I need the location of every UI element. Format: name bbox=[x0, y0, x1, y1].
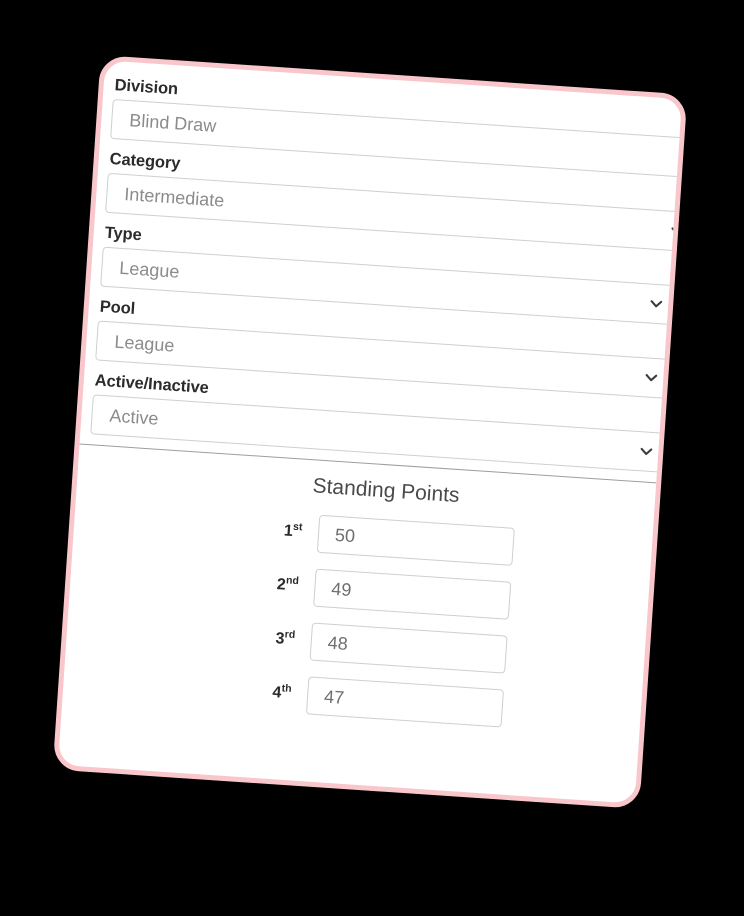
card-surface: Division Blind Draw Category Intermediat… bbox=[52, 55, 688, 809]
ordinal-label-4th: 4th bbox=[63, 670, 308, 704]
select-division-value: Blind Draw bbox=[128, 110, 217, 136]
ordinal-suffix: th bbox=[281, 682, 292, 695]
select-active-inactive-value: Active bbox=[108, 405, 160, 429]
division-settings-form: Division Blind Draw Category Intermediat… bbox=[80, 74, 688, 473]
ordinal-label-2nd: 2nd bbox=[70, 562, 315, 596]
chevron-down-icon[interactable] bbox=[670, 224, 685, 239]
standing-points-input-3rd[interactable]: 48 bbox=[309, 622, 508, 674]
ordinal-suffix: rd bbox=[284, 628, 296, 642]
select-type-value: League bbox=[118, 257, 181, 282]
ordinal-label-3rd: 3rd bbox=[67, 616, 312, 650]
select-pool-value: League bbox=[113, 331, 176, 356]
settings-card: Division Blind Draw Category Intermediat… bbox=[52, 55, 688, 809]
standing-points-section: Standing Points 1st 50 2nd 49 3rd 48 4th… bbox=[62, 445, 656, 737]
chevron-down-icon[interactable] bbox=[649, 296, 664, 311]
ordinal-suffix: nd bbox=[285, 574, 300, 588]
card-content: Division Blind Draw Category Intermediat… bbox=[58, 60, 688, 803]
ordinal-label-1st: 1st bbox=[74, 508, 319, 542]
chevron-down-icon[interactable] bbox=[644, 370, 659, 385]
select-category-value: Intermediate bbox=[123, 183, 225, 211]
ordinal-suffix: st bbox=[292, 520, 303, 534]
chevron-down-icon[interactable] bbox=[639, 444, 654, 459]
standing-points-input-4th[interactable]: 47 bbox=[305, 676, 505, 728]
standing-points-input-2nd[interactable]: 49 bbox=[313, 568, 512, 620]
